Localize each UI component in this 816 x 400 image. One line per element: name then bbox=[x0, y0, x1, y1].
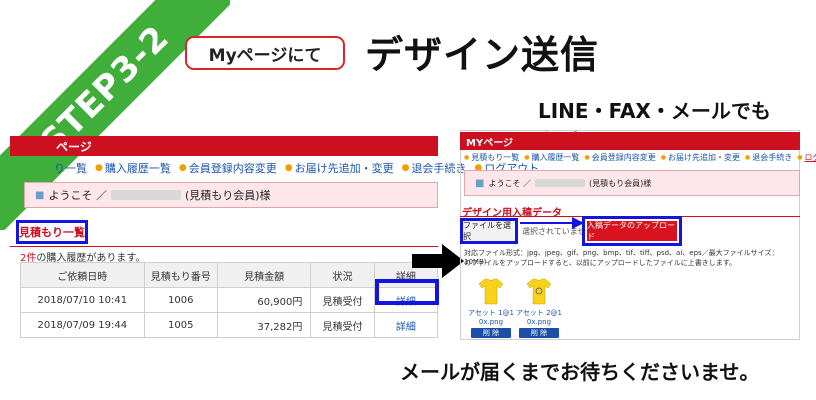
mypage-title: MYページ bbox=[466, 137, 513, 149]
bullet-icon: ● bbox=[584, 154, 590, 161]
right-screenshot-panel: MYページ ● 見積もり一覧 ● 購入履歴一覧 ● 会員登録内容変更 ● お届け先追加・… bbox=[460, 130, 816, 340]
nav-item-purchase-history[interactable]: ● 購入履歴一覧 bbox=[524, 152, 579, 163]
mypage-nav: ● 見積もり一覧 ● 購入履歴一覧 ● 会員登録内容変更 ● お届け先追加・変更 ● 退会… bbox=[464, 152, 816, 163]
tshirt-icon bbox=[512, 274, 566, 308]
nav-item-estimates[interactable]: ● 見積もり一覧 bbox=[464, 152, 519, 163]
nav-item-member-edit[interactable]: ● 会員登録内容変更 bbox=[585, 152, 656, 163]
nav-item-member-edit[interactable]: ● 会員登録内容変更 bbox=[179, 160, 277, 176]
mypage-header-bar: MYページ bbox=[460, 132, 800, 150]
delete-button[interactable]: 削 除 bbox=[471, 328, 511, 338]
detail-link[interactable]: 詳細 bbox=[396, 322, 416, 333]
nav-item-withdraw[interactable]: ● 退会手続き bbox=[402, 160, 467, 176]
overwrite-warning: のファイルをアップロードすると、以前にアップロードしたファイルに上書きします。 bbox=[464, 259, 737, 267]
detail-highlight-frame bbox=[375, 279, 439, 305]
left-screenshot-panel: ページ り一覧 ● 購入履歴一覧 ● 会員登録内容変更 ● お届け先追加・変更 ● 退会… bbox=[10, 132, 539, 342]
upload-button-frame: 入稿データのアップロード bbox=[582, 216, 682, 246]
bullet-icon: ● bbox=[401, 163, 410, 173]
bullet-icon: ● bbox=[284, 163, 293, 173]
mypage-header-bar: ページ bbox=[10, 136, 438, 156]
delete-button[interactable]: 削 除 bbox=[519, 328, 559, 338]
user-icon: ■ bbox=[35, 189, 45, 201]
bullet-icon: ● bbox=[745, 154, 751, 161]
bullet-icon: ● bbox=[660, 154, 666, 161]
mypage-title: ページ bbox=[56, 139, 92, 154]
page-title: デザイン送信 bbox=[365, 33, 600, 77]
arrow-right-icon bbox=[520, 217, 584, 229]
blurred-username bbox=[110, 190, 181, 200]
nav-item-purchase-history[interactable]: ● 購入履歴一覧 bbox=[95, 160, 171, 176]
nav-item-estimates[interactable]: り一覧 bbox=[14, 160, 87, 176]
upload-button[interactable]: 入稿データのアップロード bbox=[587, 221, 677, 241]
footer-message: メールが届くまでお待ちくださいませ。 bbox=[400, 360, 760, 384]
estimate-list-button[interactable]: 見積もり一覧 bbox=[16, 220, 88, 244]
welcome-box: ■ ようこそ ／ (見積もり会員)様 bbox=[464, 170, 800, 196]
bullet-icon: ● bbox=[524, 154, 530, 161]
bullet-icon: ● bbox=[95, 163, 103, 173]
nav-item-withdraw[interactable]: ● 退会手続き bbox=[745, 152, 792, 163]
nav-item-logout[interactable]: ●ログアウト bbox=[797, 152, 816, 163]
table-row: 2018/07/09 19:44 1005 37,282円 見積受付 詳細 bbox=[20, 312, 439, 338]
divider bbox=[10, 246, 438, 247]
bullet-icon: ● bbox=[178, 163, 187, 173]
my-page-badge: Myページにて bbox=[185, 36, 345, 70]
file-select-button[interactable]: ファイルを選択 bbox=[460, 218, 518, 244]
bullet-icon: ● bbox=[797, 154, 803, 161]
welcome-box: ■ ようこそ ／ (見積もり会員)様 bbox=[24, 182, 438, 208]
uploaded-file-2: アセット 2@1 0x.png 削 除 bbox=[512, 274, 566, 338]
user-icon: ■ bbox=[475, 177, 485, 189]
arrow-right-icon bbox=[412, 244, 464, 278]
blurred-username bbox=[535, 179, 585, 187]
uploaded-file-1: アセット 1@1 0x.png 削 除 bbox=[464, 274, 518, 338]
nav-item-address[interactable]: ● お届け先追加・変更 bbox=[661, 152, 740, 163]
bullet-icon: ● bbox=[464, 154, 470, 161]
tshirt-icon bbox=[464, 274, 518, 308]
nav-item-address[interactable]: ● お届け先追加・変更 bbox=[285, 160, 394, 176]
